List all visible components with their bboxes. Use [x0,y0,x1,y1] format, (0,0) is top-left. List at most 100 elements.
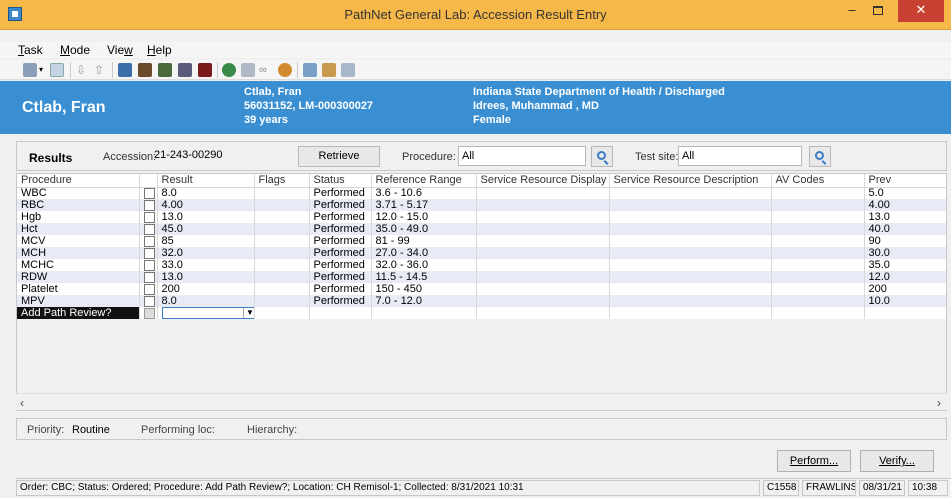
grid-cell-flags [254,295,310,307]
horizontal-scrollbar[interactable]: ‹ › [16,393,947,410]
list-icon[interactable] [178,63,192,77]
comment-icon[interactable] [241,63,255,77]
col-status[interactable]: Status [309,174,372,188]
menu-view[interactable]: View [107,43,133,57]
col-reference-range[interactable]: Reference Range [371,174,477,188]
procedure-input[interactable]: All [458,146,586,166]
grid-cell-result[interactable]: 13.0 [157,211,255,223]
grid-icon[interactable] [341,63,355,77]
menu-help[interactable]: Help [147,43,172,57]
person-icon[interactable] [278,63,292,77]
dropdown-arrow-icon[interactable]: ▾ [39,63,47,77]
menu-task[interactable]: Task [18,43,43,57]
procedure-search-button[interactable] [591,146,613,167]
accession-input[interactable]: 21-243-00290 [154,146,294,166]
row-checkbox[interactable] [143,247,155,259]
row-checkbox[interactable] [143,235,155,247]
table-row[interactable]: Hct 45.0 Performed 35.0 - 49.0 40.0 [17,223,946,235]
title-bar: PathNet General Lab: Accession Result En… [0,0,951,30]
table-row[interactable]: MCV 85 Performed 81 - 99 90 [17,235,946,247]
table-row[interactable]: Platelet 200 Performed 150 - 450 200 [17,283,946,295]
grid-cell-result[interactable]: 8.0 [157,187,255,199]
col-service-resource-display[interactable]: Service Resource Display [476,174,610,188]
grid-cell-result[interactable]: 45.0 [157,223,255,235]
retrieve-button[interactable]: Retrieve [298,146,380,167]
document-icon[interactable] [50,63,64,77]
table-row[interactable]: MCH 32.0 Performed 27.0 - 34.0 30.0 [17,247,946,259]
grid-cell-flags [254,223,310,235]
minimize-button[interactable]: – [840,0,864,22]
close-button[interactable]: ✕ [898,0,944,22]
grid-cell-prev: 5.0 [864,187,946,199]
hierarchy-label: Hierarchy: [247,424,298,436]
table-row[interactable]: WBC 8.0 Performed 3.6 - 10.6 5.0 [17,187,946,199]
row-checkbox[interactable] [143,223,155,235]
col-check[interactable] [139,174,158,188]
row-checkbox[interactable] [143,271,155,283]
table-row[interactable]: Hgb 13.0 Performed 12.0 - 15.0 13.0 [17,211,946,223]
grid-cell-reference-range: 7.0 - 12.0 [371,295,477,307]
col-av-codes[interactable]: AV Codes [771,174,865,188]
scroll-right-icon[interactable]: › [937,396,941,410]
row-checkbox[interactable] [143,187,155,199]
result-dropdown[interactable]: ▼ [161,307,253,319]
menu-mode[interactable]: Mode [60,43,90,57]
lab-icon[interactable] [118,63,132,77]
test-site-search-button[interactable] [809,146,831,167]
grid-cell-result[interactable]: 33.0 [157,259,255,271]
col-flags[interactable]: Flags [254,174,310,188]
copy-icon[interactable] [322,63,336,77]
col-prev[interactable]: Prev [864,174,946,188]
window-title: PathNet General Lab: Accession Result En… [344,7,607,22]
table-row[interactable]: RDW 13.0 Performed 11.5 - 14.5 12.0 [17,271,946,283]
row-checkbox[interactable] [143,259,155,271]
results-icon[interactable] [158,63,172,77]
table-row[interactable]: MPV 8.0 Performed 7.0 - 12.0 10.0 [17,295,946,307]
stop-icon[interactable] [198,63,212,77]
grid-cell-result[interactable]: ▼ [157,307,255,319]
col-result[interactable]: Result [157,174,255,188]
verify-button[interactable]: Verify... [860,450,934,472]
row-checkbox[interactable] [143,283,155,295]
test-site-input[interactable]: All [678,146,802,166]
grid-cell-service-resource-description [609,223,772,235]
col-service-resource-description[interactable]: Service Resource Description [609,174,772,188]
grid-cell-result[interactable]: 32.0 [157,247,255,259]
grid-cell-reference-range [371,307,477,319]
table-row[interactable]: MCHC 33.0 Performed 32.0 - 36.0 35.0 [17,259,946,271]
patient-name: Ctlab, Fran [22,99,106,116]
perform-button[interactable]: Perform... [777,450,851,472]
grid-cell-result[interactable]: 200 [157,283,255,295]
scroll-left-icon[interactable]: ‹ [20,396,24,410]
grid-cell-status: Performed [309,235,372,247]
link-icon[interactable]: ∞ [259,63,273,77]
grid-cell-service-resource-display [476,307,610,319]
grid-cell-service-resource-display [476,235,610,247]
row-checkbox[interactable] [143,211,155,223]
row-checkbox[interactable] [143,307,155,319]
flowsheet-icon[interactable] [138,63,152,77]
row-checkbox[interactable] [143,295,155,307]
grid-cell-check [139,259,158,271]
col-procedure[interactable]: Procedure [17,174,140,188]
grid-cell-result[interactable]: 8.0 [157,295,255,307]
row-checkbox[interactable] [143,199,155,211]
table-row-selected[interactable]: Add Path Review? ▼ [17,307,946,319]
chart-icon[interactable] [303,63,317,77]
maximize-button[interactable] [866,0,890,22]
grid-cell-reference-range: 81 - 99 [371,235,477,247]
arrow-up-icon[interactable]: ⇧ [94,63,108,77]
grid-cell-result[interactable]: 4.00 [157,199,255,211]
grid-cell-reference-range: 150 - 450 [371,283,477,295]
grid-cell-service-resource-description [609,235,772,247]
grid-cell-reference-range: 12.0 - 15.0 [371,211,477,223]
grid-cell-result[interactable]: 13.0 [157,271,255,283]
printer-icon[interactable] [23,63,37,77]
status-station: C1558 [763,480,799,496]
magnifier-icon [815,151,824,160]
arrow-down-icon[interactable]: ⇩ [76,63,90,77]
table-row[interactable]: RBC 4.00 Performed 3.71 - 5.17 4.00 [17,199,946,211]
grid-cell-result[interactable]: 85 [157,235,255,247]
globe-icon[interactable] [222,63,236,77]
chevron-down-icon[interactable]: ▼ [242,308,253,318]
